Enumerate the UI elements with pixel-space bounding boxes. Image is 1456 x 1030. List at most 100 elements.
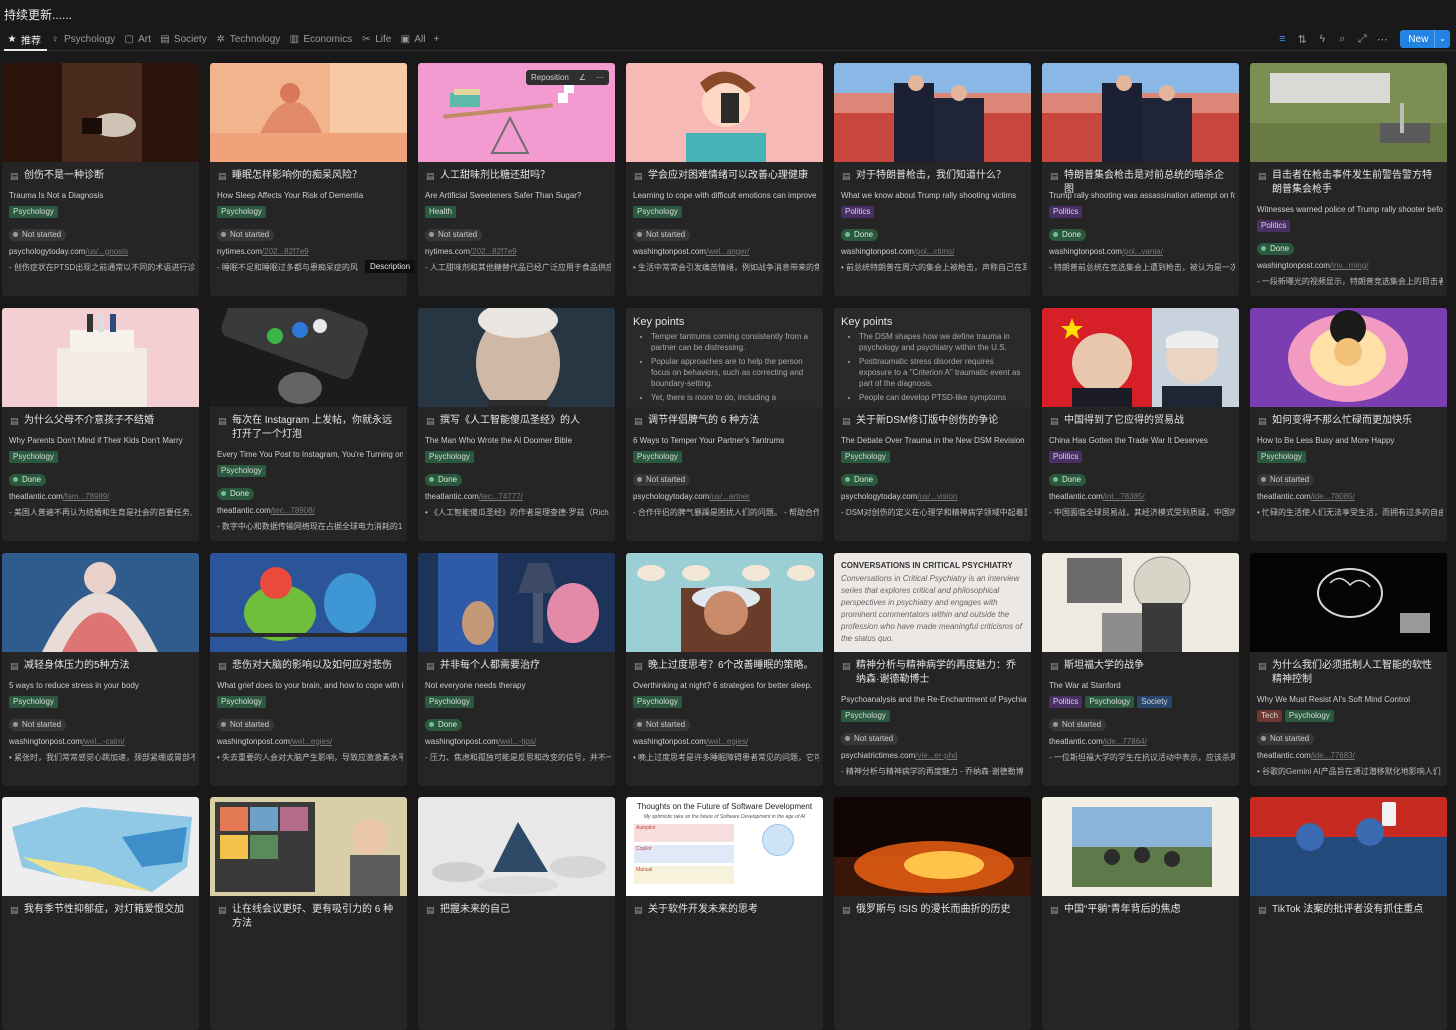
gallery-card[interactable]: ▤ 如何变得不那么忙碌而更加快乐 How to Be Less Busy and M…	[1250, 308, 1447, 541]
gallery-card[interactable]: Thoughts on the Future of Software Devel…	[626, 797, 823, 1030]
gallery-card[interactable]: ▤ 撰写《人工智能傻瓜圣经》的人 The Man Who Wrote the AI …	[418, 308, 615, 541]
card-title[interactable]: ▤ 为什么父母不介意孩子不结婚	[10, 414, 193, 428]
source-link[interactable]: washingtonpost.com/wel...egies/	[633, 736, 819, 748]
source-link[interactable]: washingtonpost.com/wel...-calm/	[9, 736, 195, 748]
source-link[interactable]: washingtonpost.com/inv...rning/	[1257, 260, 1443, 272]
more-icon[interactable]: ⋯	[591, 73, 609, 82]
sort-icon[interactable]: ⇅	[1292, 33, 1312, 46]
filter-icon[interactable]: ≡	[1272, 33, 1292, 45]
reposition-button[interactable]: Reposition	[526, 73, 574, 82]
gallery-card[interactable]: ▤ 对于特朗普枪击，我们知道什么？ What we know about Trump…	[834, 63, 1031, 296]
source-link[interactable]: psychologytoday.com/us/...vision	[841, 491, 1027, 503]
gallery-card[interactable]: ▤ 俄罗斯与 ISIS 的漫长而曲折的历史	[834, 797, 1031, 1030]
gallery-card[interactable]: Key points Temper tantrums coming consist…	[626, 308, 823, 541]
source-link[interactable]: psychologytoday.com/us/...artner	[633, 491, 819, 503]
source-link[interactable]: washingtonpost.com/wel...anger/	[633, 246, 819, 258]
gallery-card[interactable]: ▤ 为什么父母不介意孩子不结婚 Why Parents Don't Mind if …	[2, 308, 199, 541]
card-title[interactable]: ▤ 睡眠怎样影响你的痴呆风险？	[218, 169, 401, 183]
more-icon[interactable]: ⋯	[1372, 33, 1392, 46]
status-label: Not started	[438, 230, 478, 239]
gallery-card[interactable]: ▤ 悲伤对大脑的影响以及如何应对悲伤 What grief does to your…	[210, 553, 407, 786]
tab-recommended[interactable]: ★ 推荐	[4, 27, 47, 51]
card-title[interactable]: ▤ 中国得到了它应得的贸易战	[1050, 414, 1233, 428]
gallery-card[interactable]: ▤ 并非每个人都需要治疗 Not everyone needs therapy Psy…	[418, 553, 615, 786]
source-link[interactable]: theatlantic.com/ide...78085/	[1257, 491, 1443, 503]
card-title[interactable]: ▤ 关于新DSM修订版中创伤的争论	[842, 414, 1025, 428]
tab-art[interactable]: ▢ Art	[121, 28, 157, 50]
card-title[interactable]: ▤ 对于特朗普枪击，我们知道什么？	[842, 169, 1025, 183]
card-title[interactable]: ▤ 调节伴侣脾气的 6 种方法	[634, 414, 817, 428]
gallery-card[interactable]: ▤ 中国“平躺”青年背后的焦虑	[1042, 797, 1239, 1030]
gallery-card[interactable]: ▤ 斯坦福大学的战争 The War at Stanford Politics Psyc…	[1042, 553, 1239, 786]
lightning-icon[interactable]: ϟ	[1312, 33, 1332, 45]
source-link[interactable]: theatlantic.com/int...78385/	[1049, 491, 1235, 503]
card-title[interactable]: ▤ 悲伤对大脑的影响以及如何应对悲伤	[218, 659, 401, 673]
gallery-card[interactable]: ▤ 每次在 Instagram 上发帖，你就永远打开了一个灯泡 Every Time…	[210, 308, 407, 541]
edit-icon[interactable]: ∠	[574, 73, 591, 82]
search-icon[interactable]: ⌕	[1332, 33, 1352, 46]
source-link[interactable]: theatlantic.com/ide...77683/	[1257, 750, 1443, 762]
card-title[interactable]: ▤ 目击者在枪击事件发生前警告警方特朗普集会枪手	[1258, 169, 1441, 197]
source-link[interactable]: psychologytoday.com/us/...gnosis	[9, 246, 195, 258]
gallery-card[interactable]: ▤ TikTok 法案的批评者没有抓住重点	[1250, 797, 1447, 1030]
card-title[interactable]: ▤ 斯坦福大学的战争	[1050, 659, 1233, 673]
gallery-card[interactable]: ▤ 为什么我们必须抵制人工智能的软性精神控制 Why We Must Resist …	[1250, 553, 1447, 786]
card-title[interactable]: ▤ 撰写《人工智能傻瓜圣经》的人	[426, 414, 609, 428]
source-link[interactable]: psychiatrictimes.com/vie...er-phd	[841, 750, 1027, 762]
source-link[interactable]: theatlantic.com/fam...78989/	[9, 491, 195, 503]
tab-psychology[interactable]: ♀ Psychology	[47, 28, 121, 50]
tab-technology[interactable]: ✲ Technology	[213, 28, 287, 50]
card-title[interactable]: ▤ 我有季节性抑郁症，对灯箱爱恨交加	[10, 903, 193, 917]
source-link[interactable]: washingtonpost.com/wel...-tips/	[425, 736, 611, 748]
gallery-card[interactable]: Key points The DSM shapes how we define t…	[834, 308, 1031, 541]
card-title[interactable]: ▤ 每次在 Instagram 上发帖，你就永远打开了一个灯泡	[218, 414, 401, 442]
card-title[interactable]: ▤ 人工甜味剂比糖还甜吗？	[426, 169, 609, 183]
gallery-card[interactable]: ▤ 减轻身体压力的5种方法 5 ways to reduce stress in y…	[2, 553, 199, 786]
card-title[interactable]: ▤ 晚上过度思考？6个改善睡眠的策略。	[634, 659, 817, 673]
card-title[interactable]: ▤ 减轻身体压力的5种方法	[10, 659, 193, 673]
source-link[interactable]: nytimes.com/202...82f7e9	[425, 246, 611, 258]
add-view-plus-icon[interactable]: +	[431, 28, 445, 50]
gallery-card[interactable]: Reposition ∠ ⋯ ▤ 人工甜味剂比糖还甜吗？ Are Artificial S…	[418, 63, 615, 296]
gallery-card[interactable]: ▤ 中国得到了它应得的贸易战 China Has Gotten the Trade …	[1042, 308, 1239, 541]
source-link[interactable]: washingtonpost.com/pol...vania/	[1049, 246, 1235, 258]
gallery-card[interactable]: ▤ 把握未来的自己	[418, 797, 615, 1030]
source-link[interactable]: theatlantic.com/ide...77864/	[1049, 736, 1235, 748]
card-english-title: Trauma Is Not a Diagnosis	[9, 191, 104, 200]
card-title[interactable]: ▤ 创伤不是一种诊断	[10, 169, 193, 183]
tab-society[interactable]: ▤ Society	[157, 28, 213, 50]
page-icon: ▤	[842, 905, 851, 915]
gallery-card[interactable]: ▤ 目击者在枪击事件发生前警告警方特朗普集会枪手 Witnesses warned …	[1250, 63, 1447, 296]
gallery-card[interactable]: ▤ 学会应对困难情绪可以改善心理健康 Learning to cope with d…	[626, 63, 823, 296]
card-title[interactable]: ▤ 让在线会议更好、更有吸引力的 6 种方法	[218, 903, 401, 931]
card-title[interactable]: ▤ 把握未来的自己	[426, 903, 609, 917]
gallery-card[interactable]: ▤ 晚上过度思考？6个改善睡眠的策略。 Overthinking at night?…	[626, 553, 823, 786]
source-link[interactable]: washingtonpost.com/wel...egies/	[217, 736, 403, 748]
card-title[interactable]: ▤ 中国“平躺”青年背后的焦虑	[1050, 903, 1233, 917]
tab-life[interactable]: ✂ Life	[358, 28, 397, 50]
card-title[interactable]: ▤ 关于软件开发未来的思考	[634, 903, 817, 917]
card-title[interactable]: ▤ 并非每个人都需要治疗	[426, 659, 609, 673]
card-title[interactable]: ▤ 为什么我们必须抵制人工智能的软性精神控制	[1258, 659, 1441, 687]
source-link[interactable]: nytimes.com/202...82f7e9	[217, 246, 403, 258]
new-button[interactable]: New ⌄	[1400, 30, 1450, 48]
gallery-card[interactable]: ▤ 创伤不是一种诊断 Trauma Is Not a Diagnosis Psycho…	[2, 63, 199, 296]
tab-all[interactable]: ▣ All	[397, 28, 431, 50]
card-title[interactable]: ▤ 俄罗斯与 ISIS 的漫长而曲折的历史	[842, 903, 1025, 917]
status-badge: Done	[425, 473, 463, 486]
card-title[interactable]: ▤ 如何变得不那么忙碌而更加快乐	[1258, 414, 1441, 428]
card-title-text: 调节伴侣脾气的 6 种方法	[648, 415, 760, 426]
gallery-card[interactable]: ▤ 特朗普集会枪击是对前总统的暗杀企图 Trump rally shooting w…	[1042, 63, 1239, 296]
card-title[interactable]: ▤ 精神分析与精神病学的再度魅力：乔纳森·谢德勒博士	[842, 659, 1025, 687]
card-title[interactable]: ▤ TikTok 法案的批评者没有抓住重点	[1258, 903, 1441, 917]
gallery-card[interactable]: CONVERSATIONS IN CRITICAL PSYCHIATRY Conv…	[834, 553, 1031, 786]
source-link[interactable]: theatlantic.com/tec...78908/	[217, 505, 403, 517]
gallery-card[interactable]: ▤ 让在线会议更好、更有吸引力的 6 种方法	[210, 797, 407, 1030]
expand-icon[interactable]: ⤢	[1352, 33, 1372, 46]
source-link[interactable]: washingtonpost.com/pol...ctims/	[841, 246, 1027, 258]
source-link[interactable]: theatlantic.com/tec...74777/	[425, 491, 611, 503]
tab-economics[interactable]: ▥ Economics	[286, 28, 358, 50]
card-title[interactable]: ▤ 学会应对困难情绪可以改善心理健康	[634, 169, 817, 183]
gallery-card[interactable]: ▤ 我有季节性抑郁症，对灯箱爱恨交加	[2, 797, 199, 1030]
new-dropdown-chevron-icon[interactable]: ⌄	[1434, 30, 1450, 48]
